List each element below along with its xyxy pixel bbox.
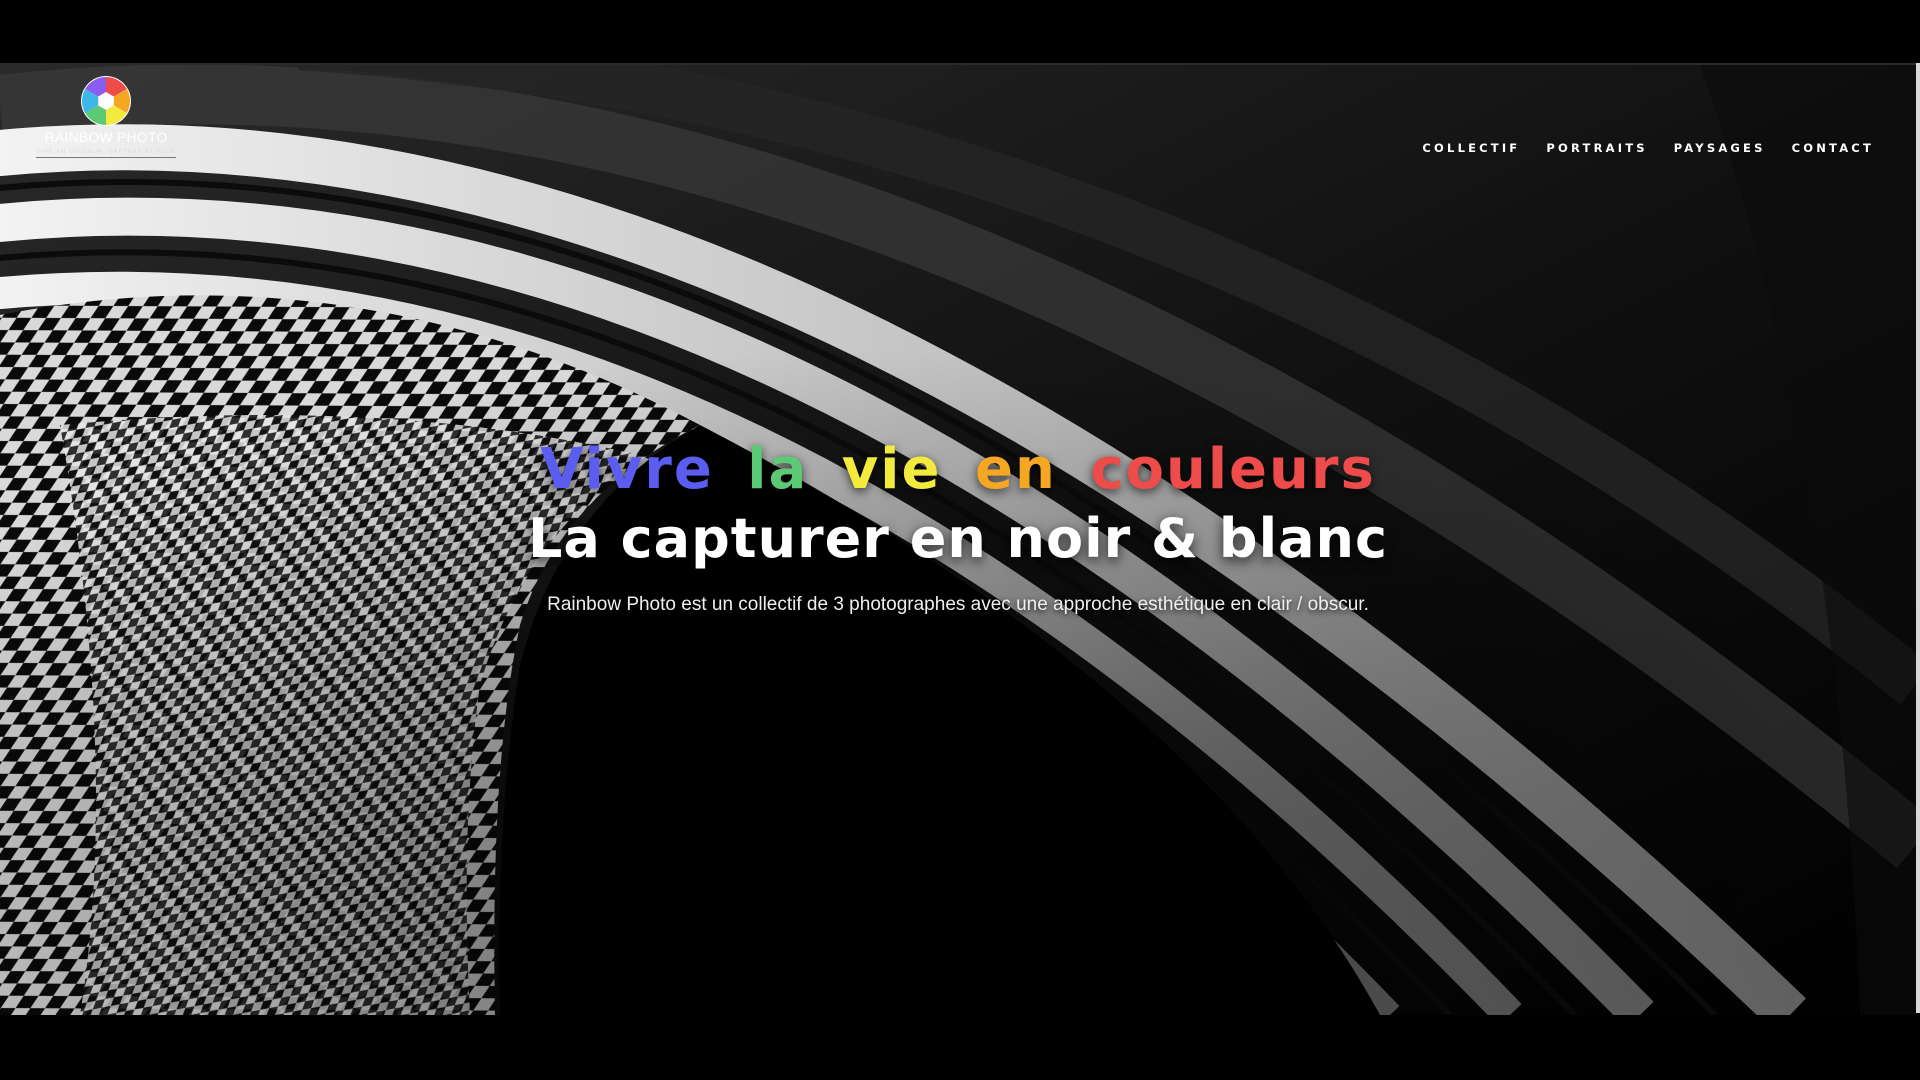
hero-text-block: Vivre la vie en couleurs La capturer en …	[0, 438, 1916, 616]
window-edge	[1916, 63, 1920, 1013]
brand-name: RAINBOW PHOTO	[44, 129, 168, 145]
camera-aperture-icon	[81, 76, 131, 126]
main-navigation: COLLECTIF PORTRAITS PAYSAGES CONTACT	[1422, 141, 1874, 155]
headline-word: la	[747, 437, 809, 502]
nav-link-collectif[interactable]: COLLECTIF	[1422, 141, 1520, 155]
headline-word: vie	[841, 437, 942, 502]
hero-headline-secondary: La capturer en noir & blanc	[528, 507, 1388, 570]
headline-word: en	[974, 437, 1057, 502]
nav-link-portraits[interactable]: PORTRAITS	[1546, 141, 1647, 155]
site-logo[interactable]: RAINBOW PHOTO vive en couleur, capture e…	[36, 75, 176, 158]
nav-link-contact[interactable]: CONTACT	[1792, 141, 1874, 155]
brand-tagline: vive en couleur, capture et noir	[36, 149, 176, 155]
headline-word: couleurs	[1090, 437, 1376, 502]
logo-divider	[36, 157, 176, 158]
nav-link-paysages[interactable]: PAYSAGES	[1674, 141, 1766, 155]
headline-word: Vivre	[540, 437, 714, 502]
hero-headline-rainbow: Vivre la vie en couleurs	[0, 438, 1916, 502]
hero-subtitle: Rainbow Photo est un collectif de 3 phot…	[547, 594, 1369, 615]
hero-section: RAINBOW PHOTO vive en couleur, capture e…	[0, 63, 1916, 1015]
